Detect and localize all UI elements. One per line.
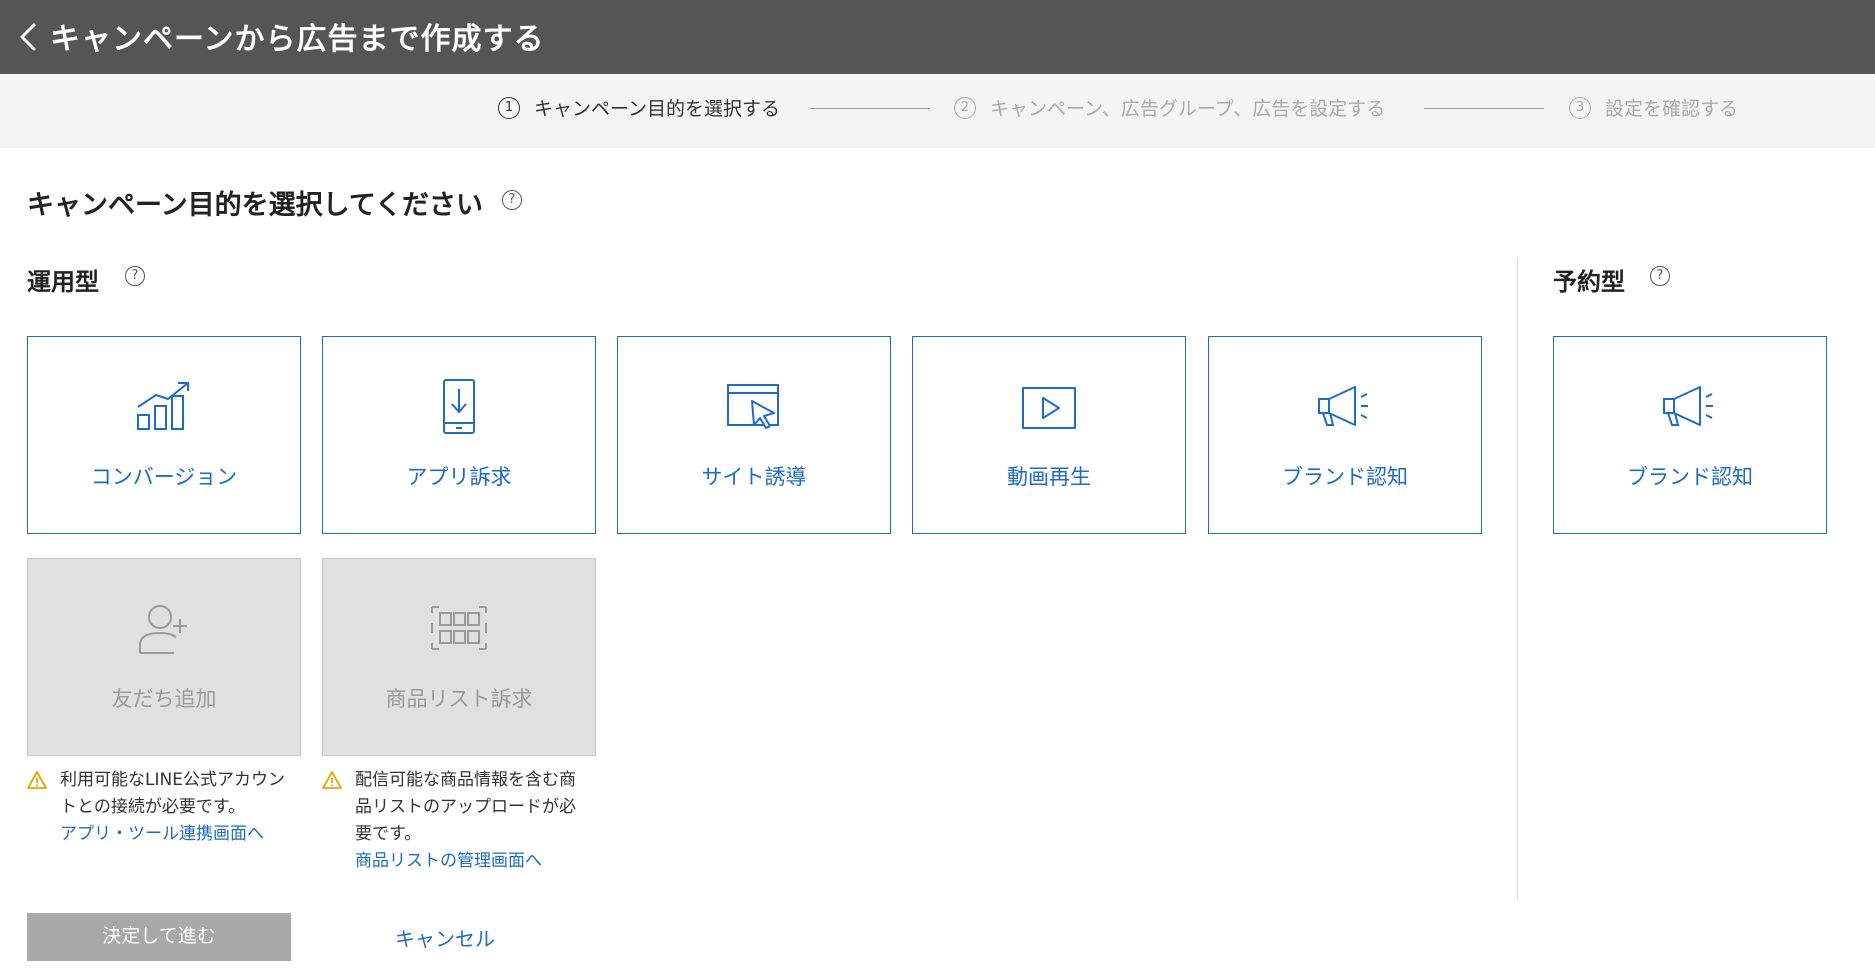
card-label: 友だち追加 (111, 687, 217, 711)
step-label: キャンペーン、広告グループ、広告を設定する (990, 98, 1386, 120)
card-label: 動画再生 (1007, 465, 1091, 489)
product-list-icon (431, 606, 487, 650)
app-download-icon (443, 379, 475, 434)
step-connector (1424, 108, 1544, 109)
step-number: 1 (498, 96, 520, 119)
help-icon[interactable]: ? (1650, 266, 1670, 286)
objective-card-conversion[interactable]: コンバージョン (27, 336, 301, 534)
link-app-tool-integration[interactable]: アプリ・ツール連携画面へ (27, 821, 287, 848)
browser-cursor-icon (727, 384, 779, 429)
step-number: 2 (954, 96, 976, 119)
objective-card-app[interactable]: アプリ訴求 (322, 336, 596, 534)
card-label: 商品リスト訴求 (385, 687, 533, 711)
objective-card-video[interactable]: 動画再生 (912, 336, 1186, 534)
objective-card-product-list: 商品リスト訴求 (322, 558, 596, 756)
operational-label: 運用型 (27, 268, 99, 296)
warning-icon (27, 771, 47, 789)
step-2: 2 キャンペーン、広告グループ、広告を設定する (954, 94, 1385, 121)
header-bar: キャンペーンから広告まで作成する (0, 0, 1875, 74)
section-divider (1517, 258, 1518, 900)
step-label: キャンペーン目的を選択する (534, 98, 781, 120)
step-number: 3 (1569, 96, 1591, 119)
help-icon[interactable]: ? (502, 190, 522, 210)
help-icon[interactable]: ? (125, 266, 145, 286)
warning-text: 配信可能な商品情報を含む商品リストのアップロードが必要です。 (355, 770, 576, 844)
objective-card-brand-awareness[interactable]: ブランド認知 (1208, 336, 1482, 534)
step-1: 1 キャンペーン目的を選択する (498, 94, 780, 121)
warning-note-product-list: 配信可能な商品情報を含む商品リストのアップロードが必要です。 商品リストの管理画… (322, 767, 582, 875)
chart-icon (137, 382, 189, 430)
card-label: アプリ訴求 (406, 465, 512, 489)
card-label: コンバージョン (90, 465, 238, 489)
reserved-card-brand-awareness[interactable]: ブランド認知 (1553, 336, 1827, 534)
video-play-icon (1022, 387, 1076, 429)
submit-button[interactable]: 決定して進む (27, 913, 291, 961)
add-friend-icon (139, 605, 187, 654)
step-3: 3 設定を確認する (1569, 94, 1738, 121)
link-product-list-management[interactable]: 商品リストの管理画面へ (322, 848, 582, 875)
card-label: ブランド認知 (1282, 465, 1408, 489)
warning-note-add-friends: 利用可能なLINE公式アカウントとの接続が必要です。 アプリ・ツール連携画面へ (27, 767, 287, 848)
back-arrow-icon[interactable] (12, 20, 46, 54)
stepper: 1 キャンペーン目的を選択する 2 キャンペーン、広告グループ、広告を設定する … (0, 74, 1875, 148)
card-label: サイト誘導 (701, 465, 807, 489)
cancel-button[interactable]: キャンセル (395, 923, 495, 952)
warning-text: 利用可能なLINE公式アカウントとの接続が必要です。 (60, 770, 285, 817)
objective-card-add-friends: 友だち追加 (27, 558, 301, 756)
reserved-label: 予約型 (1553, 268, 1625, 296)
warning-icon (322, 771, 342, 789)
section-heading: キャンペーン目的を選択してください (27, 190, 484, 221)
megaphone-icon (1663, 386, 1713, 426)
card-label: ブランド認知 (1627, 465, 1753, 489)
step-connector (810, 108, 930, 109)
step-label: 設定を確認する (1605, 98, 1739, 120)
page-title: キャンペーンから広告まで作成する (50, 22, 545, 57)
megaphone-icon (1318, 386, 1368, 426)
objective-card-site[interactable]: サイト誘導 (617, 336, 891, 534)
